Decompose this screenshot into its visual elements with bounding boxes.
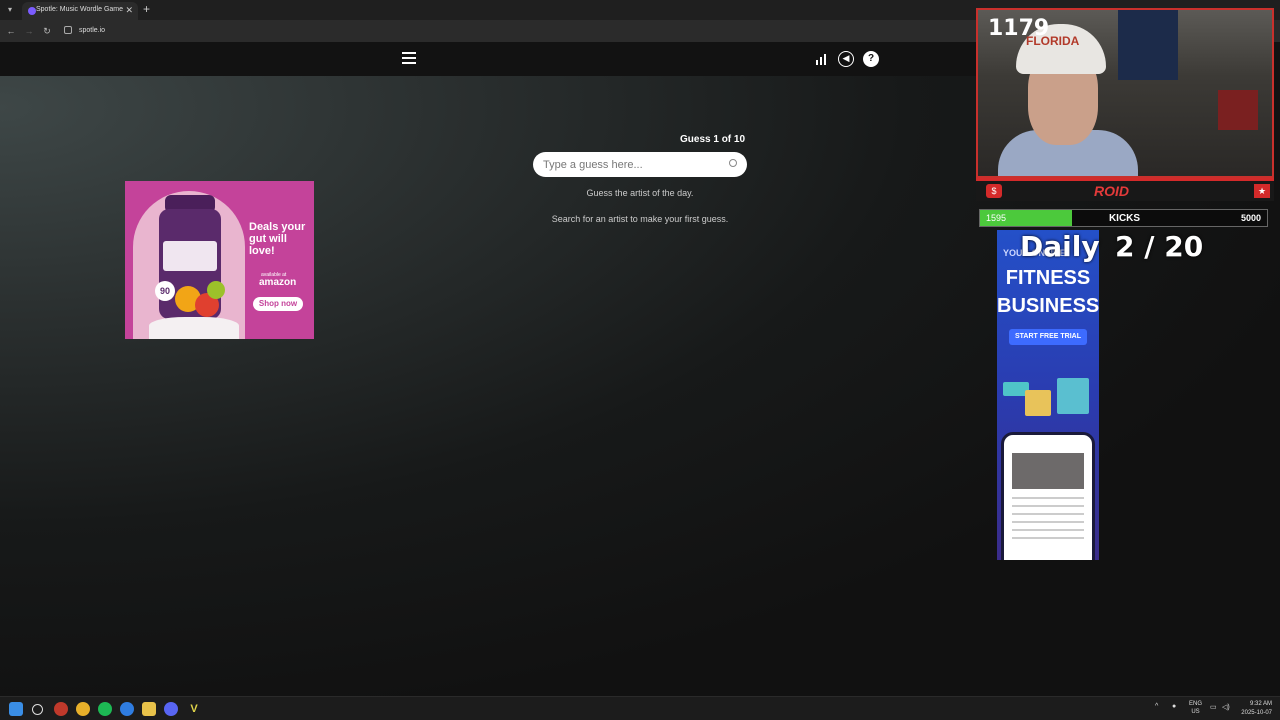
daily-count: 2 / 20 xyxy=(1115,230,1204,263)
ad-banner-left[interactable]: 90 Deals your gut will love! available a… xyxy=(125,181,314,339)
kicks-progress-bar: 1595 KICKS 5000 xyxy=(979,209,1268,227)
channel-logo: ROID xyxy=(1094,183,1129,199)
lang-code: ENG xyxy=(1189,701,1203,707)
lime-fruit-icon xyxy=(207,281,225,299)
dollar-icon: $ xyxy=(986,184,1002,198)
ad-card xyxy=(1025,390,1051,416)
kicks-goal: 5000 xyxy=(1240,213,1261,223)
clock[interactable]: 9:32 AM 2025-10-07 xyxy=(1241,700,1272,718)
shop-now-button[interactable]: Shop now xyxy=(253,297,303,311)
taskbar: V ^ ● ENG US ▭ ◁) 9:32 AM 2025-10-07 xyxy=(0,696,1280,720)
ad-title: FITNESS BUSINESS xyxy=(997,267,1099,317)
chrome-icon[interactable] xyxy=(76,702,90,716)
phone-image xyxy=(1012,453,1084,489)
speaker-icon[interactable]: ◀ xyxy=(838,51,854,67)
tab-favicon-icon xyxy=(28,7,36,15)
volume-icon[interactable]: ◁) xyxy=(1222,703,1230,711)
menu-icon[interactable] xyxy=(402,52,416,64)
start-free-trial-button[interactable]: START FREE TRIAL xyxy=(1009,329,1087,345)
background-sign xyxy=(1218,90,1258,130)
count-badge: 90 xyxy=(155,281,175,301)
kicks-label: KICKS xyxy=(1108,213,1141,224)
url-text: spotle.io xyxy=(79,27,106,34)
help-icon[interactable]: ? xyxy=(863,51,879,67)
browser-tab[interactable]: Spotle: Music Wordle Game ✕ xyxy=(22,2,138,20)
tab-close-icon[interactable]: ✕ xyxy=(125,5,133,16)
phone-mockup xyxy=(1001,432,1095,560)
hint-secondary: Search for an artist to make your first … xyxy=(551,214,729,224)
ad-plinth xyxy=(149,317,239,339)
network-icon[interactable]: ▭ xyxy=(1210,703,1217,711)
app-v-icon[interactable]: V xyxy=(187,702,201,716)
phone-lines xyxy=(1012,497,1084,557)
region-code: US xyxy=(1191,709,1200,715)
language-indicator[interactable]: ENG US xyxy=(1189,700,1202,716)
guess-input[interactable] xyxy=(533,152,747,177)
amazon-logo: amazon xyxy=(259,277,297,288)
product-label xyxy=(163,241,217,271)
tab-title: Spotle: Music Wordle Game xyxy=(36,6,124,13)
background-jersey xyxy=(1118,10,1178,80)
webcam-feed: FLORIDA 1179 xyxy=(976,8,1274,178)
stream-score: 1179 xyxy=(988,16,1050,41)
file-explorer-icon[interactable] xyxy=(142,702,156,716)
hint-primary: Guess the artist of the day. xyxy=(586,188,694,198)
browser-red-icon[interactable] xyxy=(54,702,68,716)
forward-arrow-icon[interactable]: → xyxy=(22,24,36,38)
webcam-bar: $ ROID ★ xyxy=(976,178,1274,201)
star-icon: ★ xyxy=(1254,184,1270,198)
screen: ▾ Spotle: Music Wordle Game ✕ + ← → ↻ sp… xyxy=(0,0,1280,720)
clock-time: 9:32 AM xyxy=(1249,701,1272,707)
back-arrow-icon[interactable]: ← xyxy=(4,24,18,38)
spotify-icon[interactable] xyxy=(98,702,112,716)
webcam-overlay: FLORIDA 1179 $ ROID ★ xyxy=(976,8,1274,201)
mic-icon[interactable]: ● xyxy=(1172,703,1176,710)
media-player-icon[interactable] xyxy=(120,702,134,716)
discord-icon[interactable] xyxy=(164,702,178,716)
guess-counter: Guess 1 of 10 xyxy=(680,134,746,145)
reload-icon[interactable]: ↻ xyxy=(40,24,54,38)
ad-banner-right[interactable]: YOUR ONLINE FITNESS BUSINESS START FREE … xyxy=(997,230,1099,560)
tray-chevron-icon[interactable]: ^ xyxy=(1155,703,1158,710)
ad-card xyxy=(1057,378,1089,414)
daily-label: Daily xyxy=(1020,230,1100,263)
search-icon[interactable] xyxy=(32,704,43,715)
tab-list-icon[interactable]: ▾ xyxy=(4,4,16,16)
start-icon[interactable] xyxy=(9,702,23,716)
search-icon xyxy=(729,159,737,167)
url-field[interactable]: spotle.io xyxy=(58,23,968,39)
clock-date: 2025-10-07 xyxy=(1241,710,1272,716)
ad-headline: Deals your gut will love! xyxy=(249,221,306,257)
site-info-icon[interactable] xyxy=(64,26,72,34)
new-tab-icon[interactable]: + xyxy=(143,3,150,15)
stats-icon[interactable] xyxy=(814,51,830,67)
